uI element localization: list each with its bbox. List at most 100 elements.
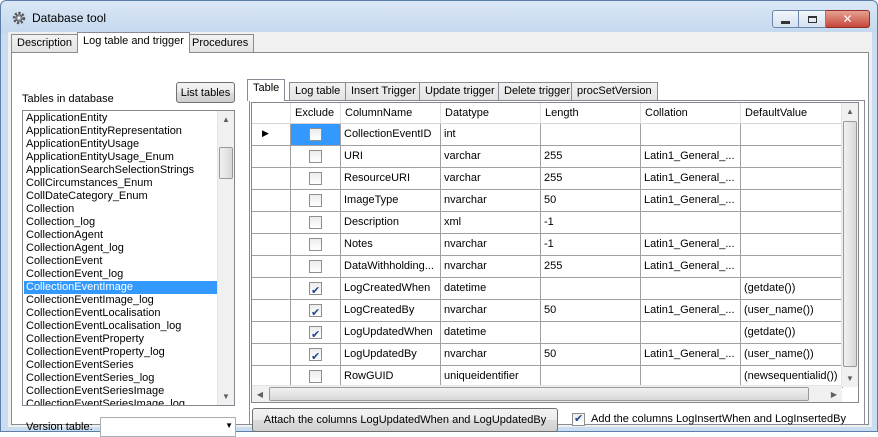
- grid-horizontal-scrollbar[interactable]: ◀ ▶: [252, 385, 842, 402]
- cell-length[interactable]: -1: [541, 234, 641, 256]
- table-list-item[interactable]: CollectionEventLocalisation_log: [24, 320, 218, 333]
- cell-collation[interactable]: Latin1_General_...: [641, 146, 741, 168]
- exclude-checkbox[interactable]: [309, 238, 322, 251]
- cell-collation[interactable]: [641, 124, 741, 146]
- cell-defaultvalue[interactable]: [741, 234, 843, 256]
- scroll-thumb[interactable]: [269, 387, 809, 401]
- scroll-up-icon[interactable]: ▲: [842, 103, 858, 120]
- table-list-item[interactable]: CollectionEventSeriesImage_log: [24, 398, 218, 405]
- cell-columnname[interactable]: ResourceURI: [341, 168, 441, 190]
- exclude-checkbox[interactable]: [309, 281, 322, 299]
- exclude-checkbox[interactable]: [309, 325, 322, 343]
- scroll-down-icon[interactable]: ▼: [842, 370, 858, 387]
- exclude-checkbox[interactable]: [309, 172, 322, 185]
- cell-length[interactable]: [541, 278, 641, 300]
- cell-defaultvalue[interactable]: [741, 190, 843, 212]
- cell-defaultvalue[interactable]: [741, 146, 843, 168]
- cell-defaultvalue[interactable]: (getdate()): [741, 322, 843, 344]
- cell-defaultvalue[interactable]: [741, 124, 843, 146]
- cell-datatype[interactable]: nvarchar: [441, 190, 541, 212]
- cell-length[interactable]: 255: [541, 168, 641, 190]
- table-list-item[interactable]: CollCircumstances_Enum: [24, 177, 218, 190]
- tab-delete-trigger[interactable]: Delete trigger: [498, 82, 577, 100]
- cell-datatype[interactable]: nvarchar: [441, 256, 541, 278]
- scroll-thumb[interactable]: [219, 147, 233, 179]
- exclude-checkbox[interactable]: [309, 216, 322, 229]
- cell-collation[interactable]: [641, 278, 741, 300]
- table-list-item[interactable]: CollectionEventImage: [24, 281, 218, 294]
- cell-length[interactable]: -1: [541, 212, 641, 234]
- cell-exclude[interactable]: [291, 146, 341, 168]
- row-header[interactable]: ▶: [252, 124, 291, 146]
- column-header-columnname[interactable]: ColumnName: [341, 103, 441, 124]
- cell-datatype[interactable]: varchar: [441, 146, 541, 168]
- cell-exclude[interactable]: [291, 344, 341, 366]
- cell-exclude[interactable]: [291, 212, 341, 234]
- table-list-item[interactable]: CollectionEventLocalisation: [24, 307, 218, 320]
- cell-collation[interactable]: Latin1_General_...: [641, 300, 741, 322]
- cell-defaultvalue[interactable]: (user_name()): [741, 300, 843, 322]
- row-header[interactable]: [252, 344, 291, 366]
- maximize-button[interactable]: [799, 10, 826, 28]
- cell-defaultvalue[interactable]: [741, 256, 843, 278]
- exclude-checkbox[interactable]: [309, 370, 322, 383]
- cell-defaultvalue[interactable]: (user_name()): [741, 344, 843, 366]
- table-list-item[interactable]: CollectionEventProperty_log: [24, 346, 218, 359]
- cell-columnname[interactable]: Notes: [341, 234, 441, 256]
- cell-collation[interactable]: Latin1_General_...: [641, 344, 741, 366]
- table-list-item[interactable]: CollectionEventImage_log: [24, 294, 218, 307]
- cell-datatype[interactable]: xml: [441, 212, 541, 234]
- table-list-item[interactable]: CollectionEventSeriesImage: [24, 385, 218, 398]
- cell-collation[interactable]: [641, 212, 741, 234]
- cell-exclude[interactable]: [291, 322, 341, 344]
- table-list-item[interactable]: ApplicationEntity: [24, 112, 218, 125]
- tab-procedures[interactable]: Procedures: [186, 34, 255, 52]
- table-list-item[interactable]: ApplicationEntityUsage_Enum: [24, 151, 218, 164]
- row-header[interactable]: [252, 168, 291, 190]
- table-list-item[interactable]: CollectionAgent: [24, 229, 218, 242]
- scroll-left-icon[interactable]: ◀: [252, 386, 268, 402]
- exclude-checkbox[interactable]: [309, 194, 322, 207]
- column-header-defaultvalue[interactable]: DefaultValue: [741, 103, 843, 124]
- cell-columnname[interactable]: LogUpdatedBy: [341, 344, 441, 366]
- cell-length[interactable]: 255: [541, 256, 641, 278]
- exclude-checkbox[interactable]: [309, 128, 322, 141]
- add-columns-checkbox[interactable]: [572, 412, 585, 426]
- cell-columnname[interactable]: ImageType: [341, 190, 441, 212]
- cell-columnname[interactable]: DataWithholding...: [341, 256, 441, 278]
- version-table-combobox[interactable]: ▼: [100, 417, 236, 437]
- cell-datatype[interactable]: nvarchar: [441, 234, 541, 256]
- cell-defaultvalue[interactable]: [741, 212, 843, 234]
- tables-listbox[interactable]: ApplicationEntity ApplicationEntityRepres…: [22, 110, 235, 406]
- tab-insert-trigger[interactable]: Insert Trigger: [345, 82, 422, 100]
- scroll-thumb[interactable]: [843, 121, 857, 367]
- cell-datatype[interactable]: nvarchar: [441, 300, 541, 322]
- row-header[interactable]: [252, 234, 291, 256]
- cell-length[interactable]: 50: [541, 344, 641, 366]
- scroll-right-icon[interactable]: ▶: [826, 386, 842, 402]
- row-header[interactable]: [252, 322, 291, 344]
- cell-columnname[interactable]: CollectionEventID: [341, 124, 441, 146]
- cell-length[interactable]: 255: [541, 146, 641, 168]
- cell-length[interactable]: 50: [541, 190, 641, 212]
- cell-exclude[interactable]: [291, 190, 341, 212]
- table-list-item[interactable]: CollectionEvent: [24, 255, 218, 268]
- cell-datatype[interactable]: int: [441, 124, 541, 146]
- cell-exclude[interactable]: [291, 278, 341, 300]
- cell-length[interactable]: 50: [541, 300, 641, 322]
- tab-log-table-and-trigger[interactable]: Log table and trigger: [77, 32, 190, 53]
- cell-datatype[interactable]: nvarchar: [441, 344, 541, 366]
- minimize-button[interactable]: [772, 10, 799, 28]
- row-header[interactable]: [252, 278, 291, 300]
- tab-log-table[interactable]: Log table: [289, 82, 347, 100]
- cell-exclude[interactable]: [291, 300, 341, 322]
- table-list-item[interactable]: CollectionEventSeries: [24, 359, 218, 372]
- table-list-item[interactable]: CollectionEventSeries_log: [24, 372, 218, 385]
- grid-vertical-scrollbar[interactable]: ▲ ▼: [841, 103, 858, 387]
- cell-exclude[interactable]: [291, 124, 341, 146]
- cell-columnname[interactable]: LogCreatedBy: [341, 300, 441, 322]
- cell-collation[interactable]: Latin1_General_...: [641, 256, 741, 278]
- table-list-item[interactable]: Collection_log: [24, 216, 218, 229]
- cell-collation[interactable]: [641, 322, 741, 344]
- table-list-item[interactable]: Collection: [24, 203, 218, 216]
